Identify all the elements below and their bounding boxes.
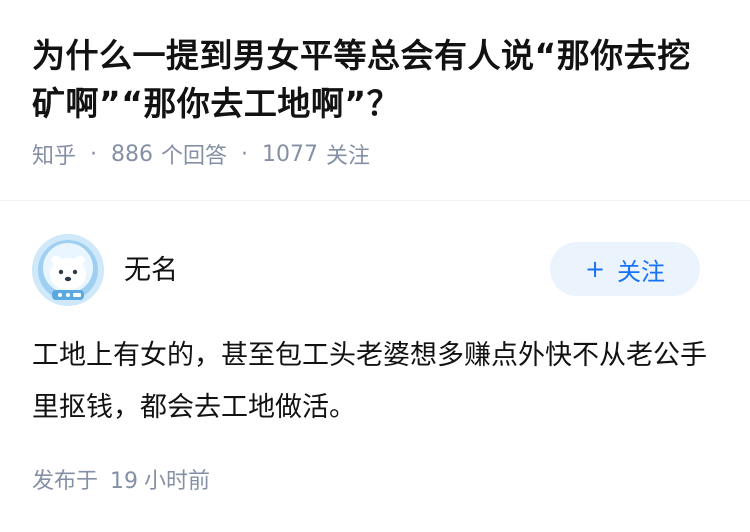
publish-number: 19 (110, 469, 139, 494)
followers-count: 1077 (262, 141, 319, 167)
plus-icon: + (584, 255, 606, 283)
polar-bear-astronaut-icon (32, 234, 104, 306)
meta-separator: · (241, 141, 249, 167)
question-meta: 知乎 · 886 个回答 · 1077 关注 (32, 136, 720, 172)
publish-prefix: 发布于 (32, 469, 99, 494)
publish-suffix: 小时前 (144, 469, 211, 494)
source-label[interactable]: 知乎 (32, 138, 76, 170)
answers-count: 886 (111, 141, 154, 167)
author-name[interactable]: 无名 (124, 248, 178, 287)
answers-label[interactable]: 个回答 (161, 138, 227, 170)
question-header: 为什么一提到男女平等总会有人说“那你去挖矿啊”“那你去工地啊”？ 知乎 · 88… (0, 0, 750, 172)
question-title[interactable]: 为什么一提到男女平等总会有人说“那你去挖矿啊”“那你去工地啊”？ (32, 32, 720, 128)
section-divider (0, 200, 750, 201)
followers-label: 关注 (326, 144, 371, 169)
meta-separator: · (90, 141, 98, 167)
avatar[interactable] (32, 234, 104, 306)
answer-publish-time: 发布于 19 小时前 (32, 463, 210, 495)
follow-button[interactable]: + 关注 (550, 242, 700, 296)
answer-content[interactable]: 工地上有女的，甚至包工头老婆想多赚点外快不从老公手里抠钱，都会去工地做活。 (32, 330, 712, 434)
follow-button-label: 关注 (617, 257, 666, 286)
answer-author-row: 无名 + 关注 (32, 234, 700, 306)
